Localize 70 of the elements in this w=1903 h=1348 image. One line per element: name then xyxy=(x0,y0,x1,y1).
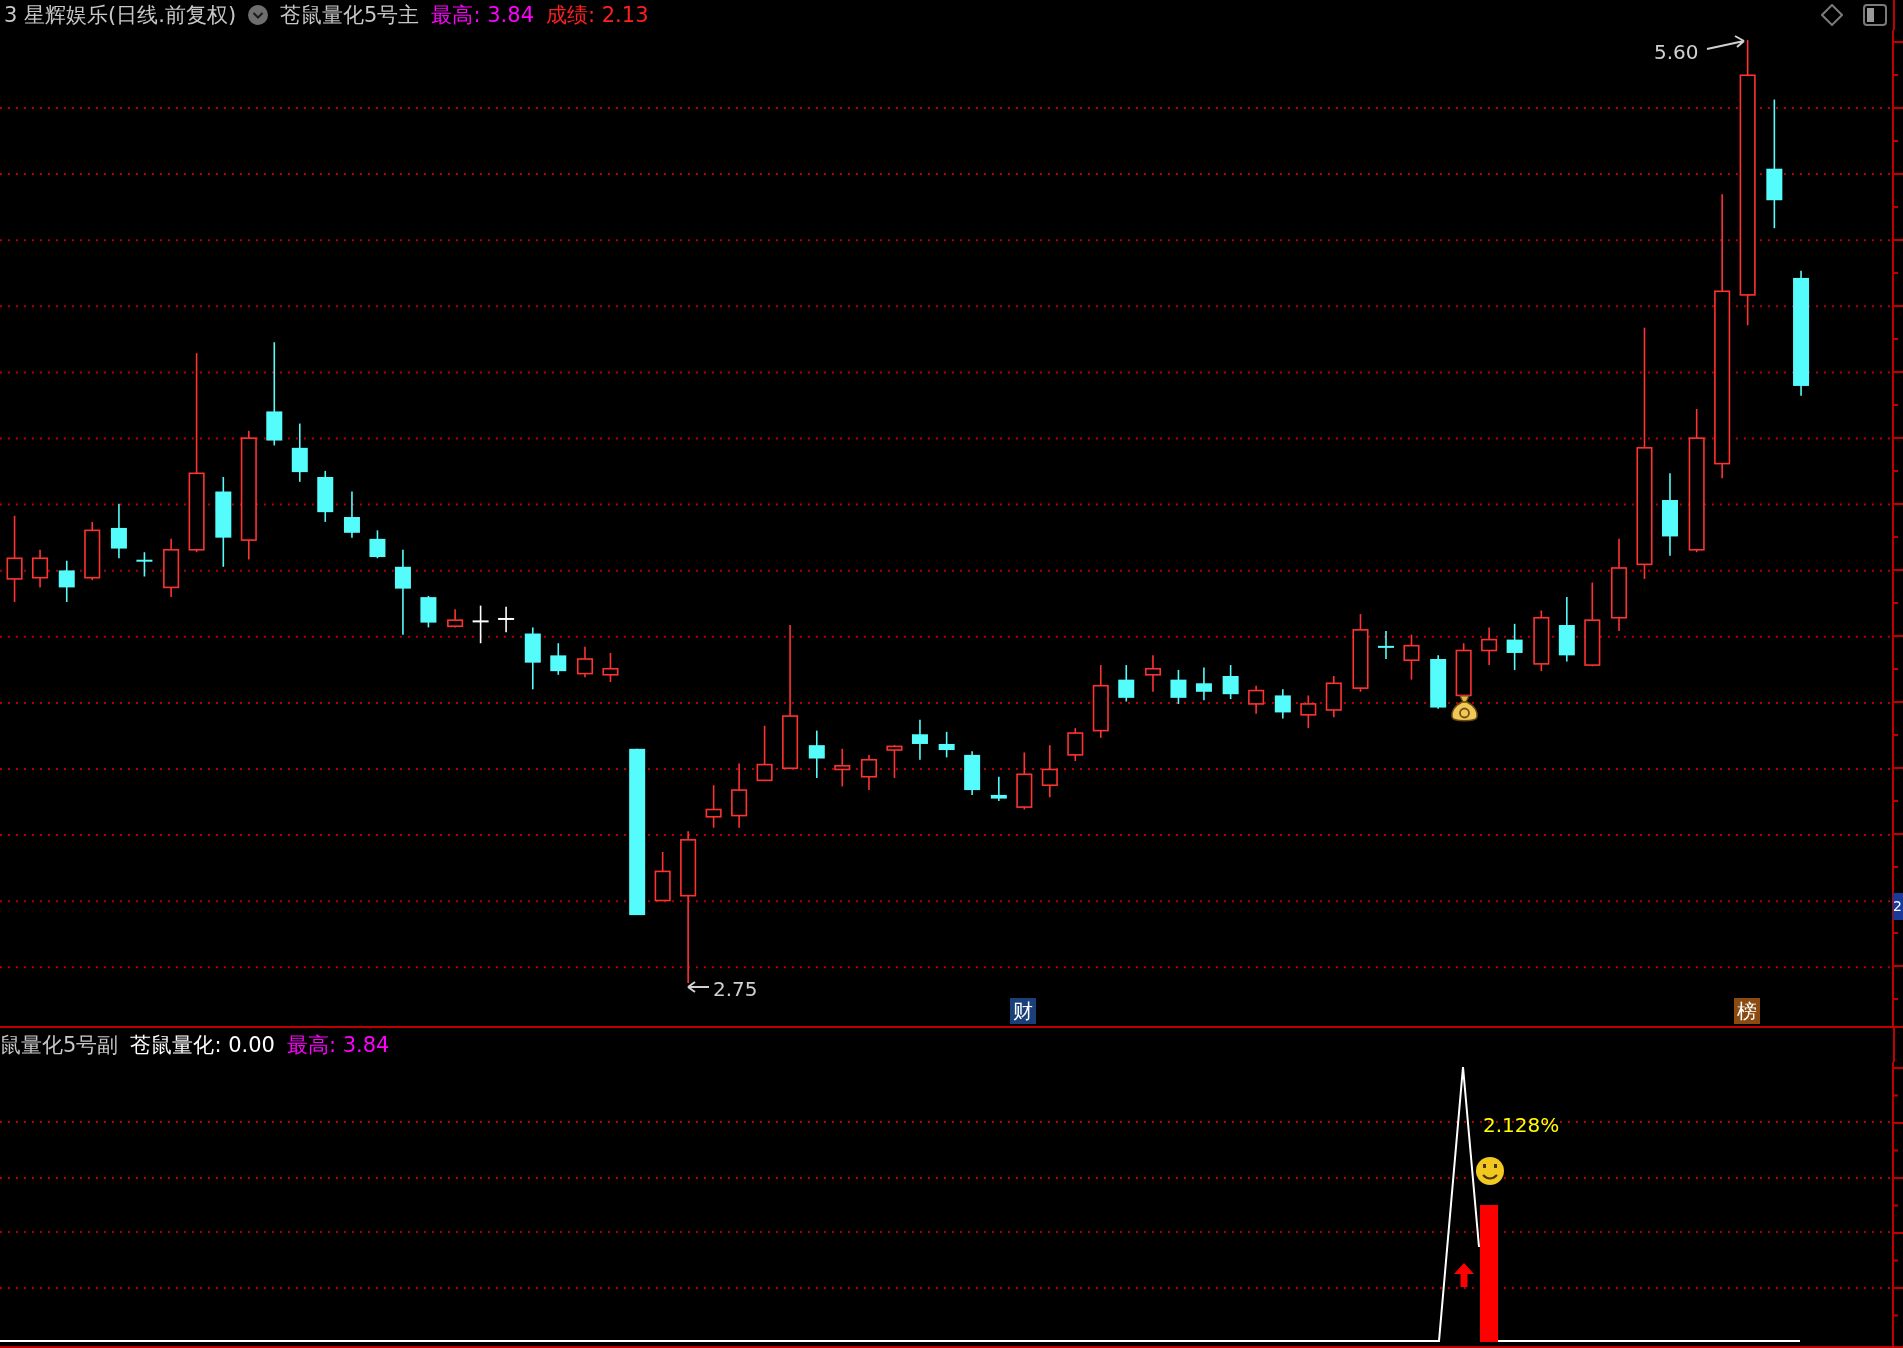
candlestick xyxy=(860,754,877,791)
candlestick xyxy=(756,724,773,782)
candlestick xyxy=(369,529,386,560)
candlestick xyxy=(1377,630,1395,660)
candlestick xyxy=(1533,609,1550,672)
candlestick xyxy=(524,626,541,691)
candlestick xyxy=(163,538,180,598)
candlestick xyxy=(550,642,567,676)
stock-title: 3 星辉娱乐(日线.前复权) xyxy=(4,2,237,28)
candlestick xyxy=(1558,596,1575,663)
candlestick xyxy=(731,762,748,829)
candlestick xyxy=(1016,751,1033,811)
candlestick xyxy=(834,748,851,788)
candlestick xyxy=(1067,727,1084,762)
candlestick xyxy=(1118,664,1135,703)
candlestick xyxy=(1041,744,1058,799)
candlestick xyxy=(1430,654,1447,710)
candlestick xyxy=(291,422,308,483)
candlestick xyxy=(135,551,154,578)
candlestick xyxy=(911,718,928,761)
candlestick xyxy=(990,775,1007,802)
candlestick xyxy=(654,851,671,902)
candlestick xyxy=(58,559,75,603)
high-price-label: 5.60 xyxy=(1654,40,1699,64)
money-bag-icon xyxy=(1451,695,1478,722)
candlestick xyxy=(808,729,825,779)
diamond-icon[interactable] xyxy=(1821,4,1843,26)
leader-arrow xyxy=(1706,35,1745,50)
indicator-readout: 成绩: 2.13 xyxy=(546,2,649,28)
candlestick xyxy=(32,549,49,589)
indicator-readout: 苍鼠量化: 0.00 xyxy=(130,1032,275,1058)
dropdown-icon[interactable] xyxy=(248,5,269,25)
candlestick xyxy=(938,731,955,759)
candlestick xyxy=(1195,666,1212,702)
candlestick xyxy=(1170,669,1187,705)
indicator-readout: 最高: 3.84 xyxy=(431,2,534,28)
indicator-readout: 最高: 3.84 xyxy=(286,1032,390,1058)
event-tag[interactable]: 财 xyxy=(1010,998,1036,1024)
smiley-icon xyxy=(1476,1157,1504,1185)
candlestick xyxy=(1325,675,1342,719)
candlestick xyxy=(420,595,437,629)
candlestick xyxy=(447,608,464,629)
candlestick xyxy=(705,784,722,829)
indicator-name: 苍鼠量化5号主 xyxy=(280,2,420,28)
candlestick xyxy=(886,744,903,779)
candlestick xyxy=(1274,688,1291,720)
candlestick xyxy=(317,470,334,523)
percent-label: 2.128% xyxy=(1483,1113,1560,1137)
candlestick xyxy=(964,750,981,796)
candlestick xyxy=(602,652,619,683)
candlestick xyxy=(497,606,516,634)
sidebar-icon[interactable] xyxy=(1863,4,1887,26)
candlestick xyxy=(1248,684,1265,715)
candlestick xyxy=(1481,626,1498,666)
indicator-name: 鼠量化5号副 xyxy=(0,1032,119,1058)
candlestick xyxy=(1506,623,1523,671)
candlestick xyxy=(1300,694,1317,729)
up-arrow-icon xyxy=(1454,1263,1474,1287)
candlestick xyxy=(110,502,127,560)
candlestick xyxy=(471,604,490,645)
candlestick xyxy=(343,490,360,539)
price-tag: 2 xyxy=(1893,893,1903,920)
candlestick xyxy=(1403,633,1420,681)
candlestick xyxy=(1222,664,1239,700)
candlestick xyxy=(1144,654,1161,693)
leader-arrow xyxy=(687,981,710,993)
candlestick xyxy=(576,646,594,678)
event-tag[interactable]: 榜 xyxy=(1734,998,1760,1024)
candlestick xyxy=(84,521,101,581)
low-price-label: 2.75 xyxy=(713,977,758,1001)
